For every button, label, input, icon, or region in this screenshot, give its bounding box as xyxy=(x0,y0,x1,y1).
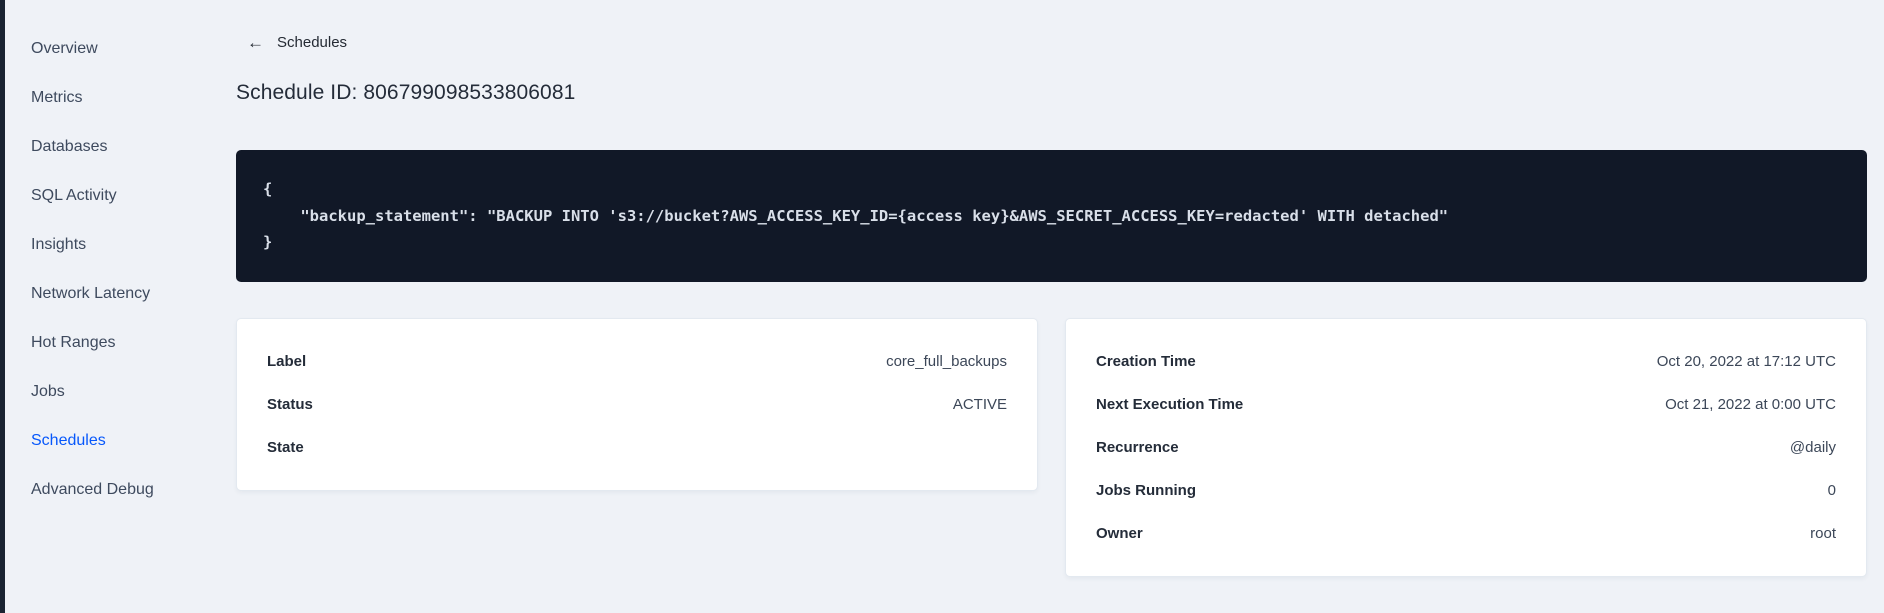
sidebar-item-network-latency[interactable]: Network Latency xyxy=(5,269,225,318)
sidebar-item-metrics[interactable]: Metrics xyxy=(5,73,225,122)
code-line: { xyxy=(263,180,273,198)
detail-row-state: State xyxy=(267,426,1007,469)
row-value: ACTIVE xyxy=(952,395,1007,413)
schedule-details-card: Label core_full_backups Status ACTIVE St… xyxy=(236,317,1038,491)
sidebar-item-overview[interactable]: Overview xyxy=(5,24,225,73)
sidebar-item-schedules[interactable]: Schedules xyxy=(5,416,225,465)
row-label: Creation Time xyxy=(1096,352,1196,370)
row-label: Next Execution Time xyxy=(1096,395,1244,413)
detail-row-jobs-running: Jobs Running 0 xyxy=(1096,469,1836,512)
row-label: Owner xyxy=(1096,524,1143,542)
row-value: 0 xyxy=(1827,481,1836,499)
row-value: root xyxy=(1810,524,1836,542)
sidebar-item-insights[interactable]: Insights xyxy=(5,220,225,269)
row-label: Status xyxy=(267,395,313,413)
row-value: Oct 20, 2022 at 17:12 UTC xyxy=(1656,352,1836,370)
detail-row-status: Status ACTIVE xyxy=(267,383,1007,426)
row-label: Recurrence xyxy=(1096,438,1179,456)
sidebar-item-jobs[interactable]: Jobs xyxy=(5,367,225,416)
sidebar-item-sql-activity[interactable]: SQL Activity xyxy=(5,171,225,220)
back-arrow-icon: ← xyxy=(247,33,264,52)
code-line: } xyxy=(263,233,273,251)
back-link-label: Schedules xyxy=(277,34,348,51)
detail-row-label: Label core_full_backups xyxy=(267,340,1007,383)
main-content: ← Schedules Schedule ID: 806799098533806… xyxy=(236,0,1867,577)
sidebar-nav: Overview Metrics Databases SQL Activity … xyxy=(5,0,225,613)
page-title: Schedule ID: 806799098533806081 xyxy=(236,81,576,104)
row-label: Jobs Running xyxy=(1096,481,1196,499)
back-to-schedules-link[interactable]: ← Schedules xyxy=(236,34,347,51)
sidebar-item-list: Overview Metrics Databases SQL Activity … xyxy=(5,24,225,514)
schedule-timing-card: Creation Time Oct 20, 2022 at 17:12 UTC … xyxy=(1065,317,1867,577)
schedule-definition-code-block: { "backup_statement": "BACKUP INTO 's3:/… xyxy=(236,150,1867,282)
detail-row-owner: Owner root xyxy=(1096,512,1836,555)
row-label: Label xyxy=(267,352,307,370)
sidebar-item-hot-ranges[interactable]: Hot Ranges xyxy=(5,318,225,367)
row-label: State xyxy=(267,438,304,456)
row-value: @daily xyxy=(1789,438,1836,456)
sidebar-item-databases[interactable]: Databases xyxy=(5,122,225,171)
detail-row-creation-time: Creation Time Oct 20, 2022 at 17:12 UTC xyxy=(1096,340,1836,383)
row-value: core_full_backups xyxy=(886,352,1007,370)
detail-cards-row: Label core_full_backups Status ACTIVE St… xyxy=(236,317,1867,577)
sidebar-item-advanced-debug[interactable]: Advanced Debug xyxy=(5,465,225,514)
detail-row-recurrence: Recurrence @daily xyxy=(1096,426,1836,469)
row-value: Oct 21, 2022 at 0:00 UTC xyxy=(1665,395,1836,413)
code-line: "backup_statement": "BACKUP INTO 's3://b… xyxy=(263,206,1449,225)
detail-row-next-execution-time: Next Execution Time Oct 21, 2022 at 0:00… xyxy=(1096,383,1836,426)
